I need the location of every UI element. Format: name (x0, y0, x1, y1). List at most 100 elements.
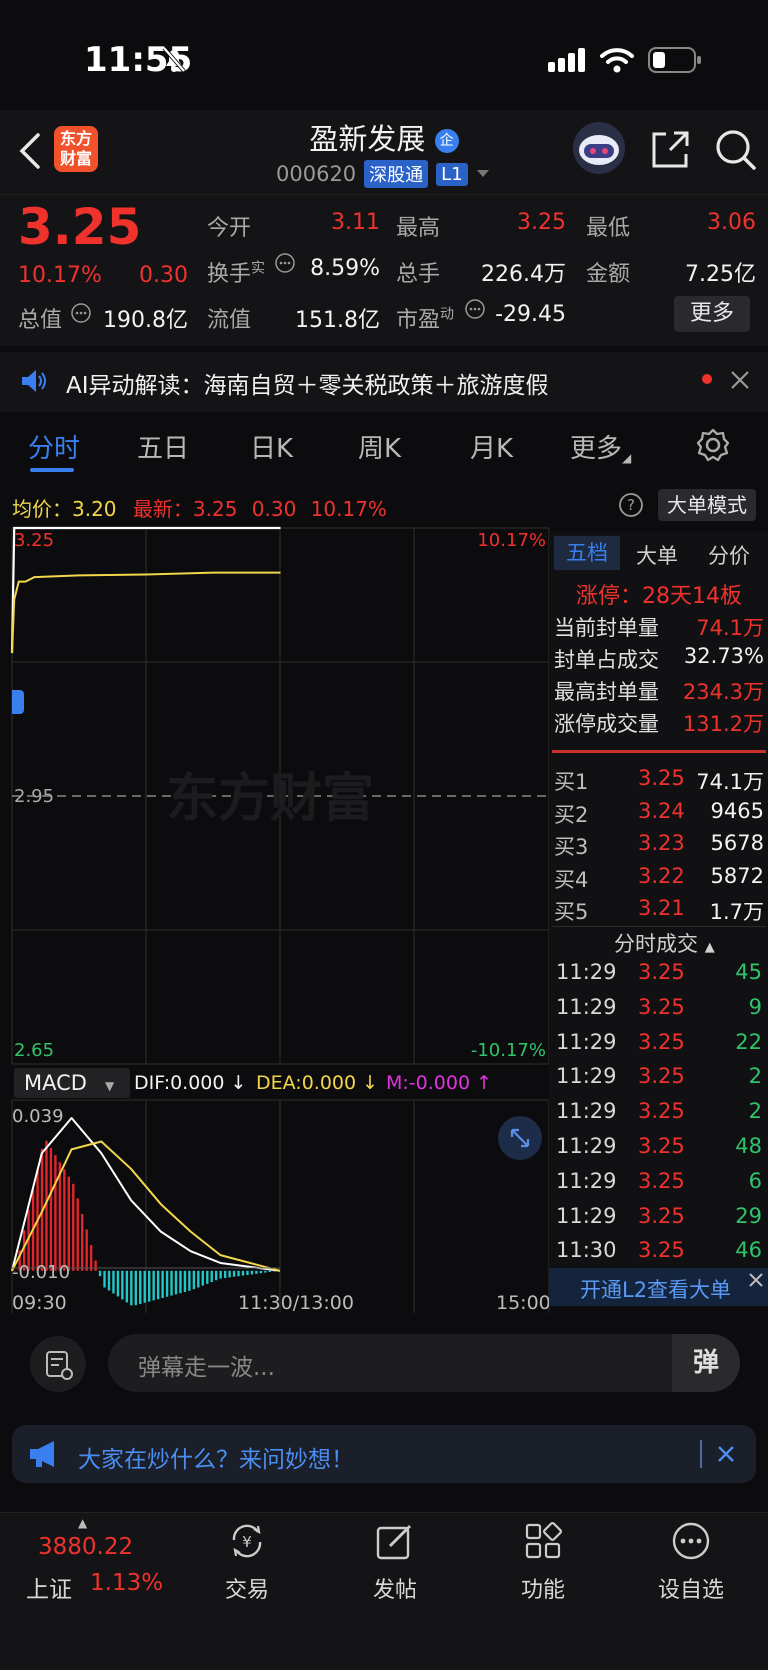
amount-label: 金额 (586, 262, 631, 287)
share-icon[interactable] (650, 128, 690, 170)
indicator-select[interactable]: MACD ▼ (14, 1068, 130, 1098)
trade-time: 11:29 (556, 994, 617, 1019)
settings-gear-icon[interactable] (696, 428, 730, 462)
nav-add-watchlist[interactable]: 设自选 (636, 1520, 746, 1610)
nav-post[interactable]: 发帖 (340, 1520, 450, 1610)
mktcap-value: 190.8亿 (103, 308, 188, 333)
macd-histogram-bar (161, 1270, 164, 1298)
high-value: 3.25 (517, 210, 566, 235)
change-pct: 10.17% (18, 263, 102, 288)
stat-value: 131.2万 (682, 712, 764, 736)
pe-label: 市盈动 (396, 306, 455, 333)
bid-label: 买3 (554, 835, 589, 859)
stat-label: 当前封单量 (554, 616, 659, 640)
danmu-placeholder: 弹幕走一波... (138, 1355, 275, 1381)
tab-more[interactable]: 更多◢ (570, 428, 631, 465)
price-axis-top: 3.25 (14, 530, 55, 551)
macd-histogram-bar (179, 1270, 182, 1294)
limit-stat-row: 封单占成交 32.73% (554, 644, 764, 674)
trade-price: 3.25 (638, 1203, 685, 1228)
macd-histogram-bar (112, 1270, 115, 1294)
macd-histogram-bar (143, 1270, 146, 1303)
time-axis-mid: 11:30/13:00 (238, 1292, 354, 1314)
trade-price: 3.25 (638, 1099, 685, 1124)
trade-time: 11:30 (556, 1238, 617, 1263)
index-value[interactable]: 3880.22 (38, 1534, 133, 1560)
index-pct[interactable]: 1.13% (90, 1570, 163, 1596)
macd-histogram-bar (94, 1260, 97, 1271)
stock-code-row[interactable]: 000620 深股通 L1 (276, 160, 490, 188)
trade-row: 11:29 3.25 22 (556, 1030, 762, 1060)
macd-histogram-bar (250, 1270, 254, 1275)
caret-up-icon: ▲ (78, 1516, 88, 1530)
intraday-chart[interactable]: 东方财富 (0, 526, 550, 1316)
big-order-mode-button[interactable]: 大单模式 (658, 489, 756, 521)
nav-trade[interactable]: ¥ 交易 (192, 1520, 302, 1610)
more-dots-icon (672, 1522, 710, 1560)
trade-time: 11:29 (556, 960, 617, 984)
close-icon[interactable] (716, 1444, 736, 1464)
tab-five-levels[interactable]: 五档 (554, 536, 620, 570)
stat-label: 涨停成交量 (554, 712, 659, 736)
turnover-label: 换手实 (207, 260, 266, 287)
search-icon[interactable] (714, 128, 758, 172)
stat-label: 最高封单量 (554, 680, 659, 704)
bid-volume: 5678 (710, 831, 764, 855)
macd-histogram-bar (134, 1270, 137, 1306)
volume-value: 226.4万 (481, 262, 566, 287)
danmu-toggle-button[interactable]: 弹 (672, 1334, 740, 1392)
macd-histogram-bar (174, 1270, 178, 1295)
more-button[interactable]: 更多 (674, 296, 750, 332)
comment-list-button[interactable] (30, 1336, 86, 1392)
tab-price-distribution[interactable]: 分价 (708, 540, 750, 570)
macd-histogram-bar (192, 1270, 196, 1290)
macd-histogram-bar (81, 1213, 84, 1271)
trade-price: 3.25 (638, 1064, 685, 1089)
limit-stat-row: 当前封单量 74.1万 (554, 612, 764, 642)
comment-list-icon (46, 1351, 73, 1380)
divider (552, 926, 766, 927)
tab-five-day[interactable]: 五日 (137, 428, 189, 465)
tab-daily-k[interactable]: 日K (250, 428, 293, 465)
trade-volume: 2 (748, 1099, 762, 1124)
trade-row: 11:29 3.25 2 (556, 1099, 762, 1129)
trade-row: 11:29 3.25 45 (556, 960, 762, 990)
bid-price: 3.21 (638, 896, 685, 920)
nav-functions[interactable]: 功能 (488, 1520, 598, 1610)
event-marker[interactable] (12, 690, 24, 714)
fullscreen-button[interactable] (498, 1116, 542, 1160)
turnover-value: 8.59% (310, 256, 380, 281)
bid-price: 3.25 (638, 766, 685, 790)
index-name[interactable]: 上证 (26, 1570, 72, 1604)
battery-icon (648, 47, 701, 73)
float-label: 流值 (207, 308, 252, 333)
help-icon[interactable]: ? (618, 492, 644, 518)
macd-histogram-bar (210, 1270, 213, 1283)
ai-banner-text: AI异动解读：海南自贸＋零关税政策＋旅游度假 (66, 373, 549, 399)
bid-volume: 1.7万 (709, 900, 764, 924)
macd-histogram-bar (89, 1245, 93, 1271)
close-icon[interactable] (746, 1270, 766, 1290)
macd-histogram-bar (246, 1270, 249, 1276)
macd-histogram-bar (232, 1270, 236, 1277)
trade-row: 11:29 3.25 6 (556, 1169, 762, 1199)
macd-histogram-bar (264, 1270, 267, 1273)
tab-intraday[interactable]: 分时 (28, 428, 80, 465)
bid-label: 买4 (554, 867, 589, 892)
tab-weekly-k[interactable]: 周K (358, 428, 401, 465)
close-icon[interactable] (730, 370, 750, 390)
tab-monthly-k[interactable]: 月K (470, 428, 513, 465)
tab-big-orders[interactable]: 大单 (636, 540, 678, 570)
bid-label: 买5 (554, 900, 589, 924)
info-dots-icon[interactable] (464, 298, 486, 320)
info-dots-icon[interactable] (70, 302, 92, 324)
divider (700, 1440, 702, 1468)
ai-robot-avatar[interactable] (570, 120, 628, 176)
macd-histogram-bar (152, 1270, 155, 1301)
macd-axis-bottom: -0.010 (12, 1262, 71, 1283)
stat-value: 32.73% (683, 644, 764, 668)
trade-time: 11:29 (556, 1099, 617, 1124)
macd-histogram-bar (188, 1270, 191, 1291)
active-tab-indicator (30, 468, 74, 472)
trades-title[interactable]: 分时成交 ▲ (614, 928, 715, 958)
